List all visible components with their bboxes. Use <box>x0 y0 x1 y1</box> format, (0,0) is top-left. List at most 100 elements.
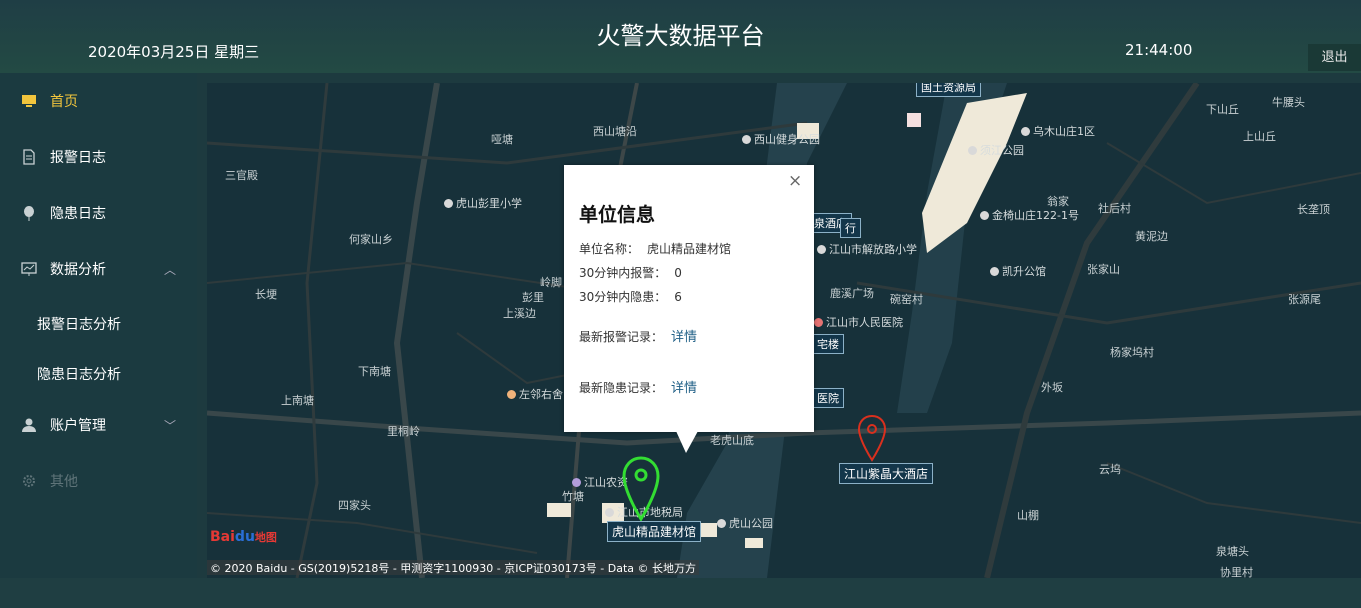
popup-tail <box>676 431 698 453</box>
map-label: 岭脚 <box>540 276 562 289</box>
unit-name-row: 单位名称： 虎山精品建材馆 <box>579 242 732 256</box>
sidebar-item-label: 隐患日志 <box>50 206 106 222</box>
poi-icon <box>817 245 826 254</box>
map-label: 碗窑村 <box>890 293 923 306</box>
poi-icon <box>605 508 614 517</box>
alarm-count-row: 30分钟内报警： 0 <box>579 266 682 280</box>
map-poi[interactable]: 虎山公园 <box>717 515 773 531</box>
map-label: 老虎山底 <box>710 434 754 447</box>
unit-info-popup: × 单位信息 单位名称： 虎山精品建材馆 30分钟内报警： 0 30分钟内隐患： 6 … <box>564 165 814 432</box>
map-copyright: © 2020 Baidu - GS(2019)5218号 - 甲测资字11009… <box>207 560 700 575</box>
map-label: 牛腰头 <box>1272 96 1305 109</box>
sidebar-item-data-analysis[interactable]: 数据分析 ︿ <box>0 249 197 289</box>
poi-icon <box>990 267 999 276</box>
poi-icon <box>980 211 989 220</box>
map-poi[interactable]: 金椅山庄122-1号 <box>980 207 1079 223</box>
map-label-partial: 医院 <box>812 388 844 408</box>
top-header: 2020年03月25日 星期三 火警大数据平台 21:44:00 退出 <box>0 0 1361 73</box>
map-label: 张源尾 <box>1288 293 1321 306</box>
sidebar-item-label: 账户管理 <box>50 418 106 434</box>
footer-bar <box>0 578 1361 608</box>
poi-icon <box>507 390 516 399</box>
close-icon[interactable]: × <box>788 171 802 191</box>
map-poi[interactable]: 左邻右舍 <box>507 386 563 402</box>
map-label: 上溪边 <box>503 307 536 320</box>
poi-icon <box>742 135 751 144</box>
sidebar-item-other: 其他 <box>0 461 197 501</box>
map-poi[interactable]: 虎山彭里小学 <box>444 195 522 211</box>
poi-icon <box>814 318 823 327</box>
map-label: 竹塘 <box>562 490 584 503</box>
balloon-icon <box>21 205 37 221</box>
latest-hazard-row: 最新隐患记录： 详情 <box>579 381 698 396</box>
current-time: 21:44:00 <box>1125 41 1193 59</box>
map-marker-icon[interactable] <box>622 456 660 522</box>
sidebar-item-alarm-log[interactable]: 报警日志 <box>0 137 197 177</box>
map-label: 四家头 <box>338 499 371 512</box>
map-poi[interactable]: 西山健身公园 <box>742 131 820 147</box>
sidebar: 首页 报警日志 隐患日志 数据分析 ︿ 报警日志分析 隐患日志分析 账户管理 ﹀… <box>0 73 197 608</box>
map-label: 哑塘 <box>491 133 513 146</box>
latest-hazard-details-link[interactable]: 详情 <box>671 381 697 396</box>
map-poi[interactable]: 凯升公馆 <box>990 263 1046 279</box>
map-label-partial: 国土资源局 <box>916 83 981 97</box>
sidebar-subitem-alarm-analysis[interactable]: 报警日志分析 <box>37 314 121 334</box>
document-icon <box>21 149 37 165</box>
map-label: 下山丘 <box>1206 103 1239 116</box>
map-poi[interactable]: 江山市人民医院 <box>814 314 903 330</box>
hazard-count-row: 30分钟内隐患： 6 <box>579 290 682 304</box>
map-label: 上南塘 <box>281 394 314 407</box>
map-label: 云坞 <box>1099 463 1121 476</box>
map-label: 何家山乡 <box>349 233 393 246</box>
baidu-logo: Baidu地图 <box>210 529 277 545</box>
latest-alarm-details-link[interactable]: 详情 <box>671 330 697 345</box>
popup-title: 单位信息 <box>579 204 656 226</box>
chart-icon <box>21 261 37 277</box>
map-label: 彭里 <box>522 291 544 304</box>
map-label: 鹿溪广场 <box>830 287 874 300</box>
map-label: 协里村 <box>1220 566 1253 578</box>
map-label: 外坂 <box>1041 381 1063 394</box>
poi-icon <box>1021 127 1030 136</box>
poi-icon <box>572 478 581 487</box>
map-label: 上山丘 <box>1243 130 1276 143</box>
map-label: 长垄顶 <box>1297 203 1330 216</box>
marker-label[interactable]: 虎山精品建材馆 <box>607 521 702 542</box>
monitor-icon <box>21 93 37 109</box>
map-label: 三官殿 <box>225 169 258 182</box>
latest-alarm-row: 最新报警记录： 详情 <box>579 330 698 345</box>
map-marker-icon[interactable] <box>857 414 887 462</box>
poi-icon <box>717 519 726 528</box>
sidebar-item-label: 数据分析 <box>50 262 106 278</box>
poi-icon <box>444 199 453 208</box>
map-label: 黄泥边 <box>1135 230 1168 243</box>
poi-icon <box>968 146 977 155</box>
marker-label[interactable]: 江山紫晶大酒店 <box>839 463 934 484</box>
map-poi[interactable]: 江山市解放路小学 <box>817 241 917 257</box>
chevron-down-icon: ﹀ <box>164 418 177 433</box>
sidebar-item-hazard-log[interactable]: 隐患日志 <box>0 193 197 233</box>
map-poi[interactable]: 江山农资 <box>572 474 628 490</box>
map-label: 西山塘沿 <box>593 125 637 138</box>
logout-button[interactable]: 退出 <box>1308 44 1361 71</box>
sidebar-item-account[interactable]: 账户管理 ﹀ <box>0 405 197 445</box>
map-label: 泉塘头 <box>1216 545 1249 558</box>
map-label: 杨家坞村 <box>1110 346 1154 359</box>
sidebar-subitem-hazard-analysis[interactable]: 隐患日志分析 <box>37 364 121 384</box>
map-label: 下南塘 <box>358 365 391 378</box>
sidebar-item-label: 首页 <box>50 94 78 110</box>
sidebar-item-home[interactable]: 首页 <box>0 81 197 121</box>
map-label: 社后村 <box>1098 202 1131 215</box>
map-label: 张家山 <box>1087 263 1120 276</box>
user-icon <box>21 417 37 433</box>
map-poi[interactable]: 乌木山庄1区 <box>1021 123 1095 139</box>
sidebar-item-label: 报警日志 <box>50 150 106 166</box>
gear-icon <box>21 473 37 489</box>
map-poi[interactable]: 须江公园 <box>968 142 1024 158</box>
map-label-partial: 宅楼 <box>812 334 844 354</box>
sidebar-item-label: 其他 <box>50 474 78 490</box>
map-label: 长埂 <box>255 288 277 301</box>
map-label: 山棚 <box>1017 509 1039 522</box>
map-label-partial: 行 <box>840 218 861 238</box>
chevron-up-icon: ︿ <box>164 262 177 277</box>
